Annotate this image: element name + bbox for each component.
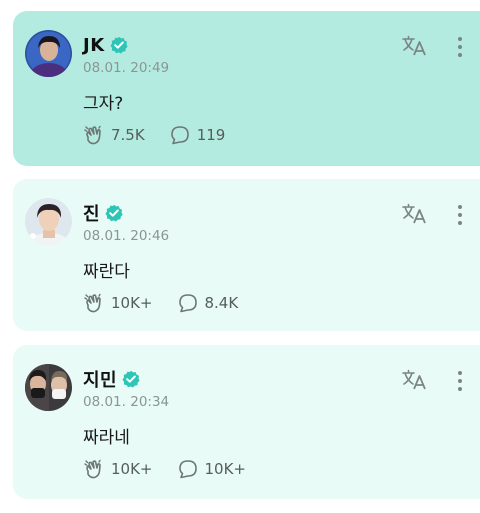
- post-actions: 10K+ 10K+: [83, 457, 270, 481]
- post-feed: JK 08.01. 20:49 그자? 7.5K 119 진 08.01. 20…: [0, 0, 480, 513]
- post-message: 그자?: [83, 94, 124, 114]
- comment-button[interactable]: 8.4K: [177, 292, 239, 314]
- comment-count: 8.4K: [204, 294, 239, 312]
- post-actions: 7.5K 119: [83, 123, 249, 147]
- post-message: 짜란다: [83, 262, 130, 282]
- comment-bubble-icon: [177, 292, 199, 314]
- verified-badge-icon: [105, 204, 123, 222]
- verified-badge-icon: [122, 370, 140, 388]
- post-timestamp: 08.01. 20:46: [83, 228, 170, 244]
- comment-button[interactable]: 10K+: [177, 458, 247, 480]
- translate-icon[interactable]: [401, 368, 429, 392]
- applause-hand-icon: [83, 124, 105, 146]
- comment-bubble-icon: [169, 124, 191, 146]
- comment-count: 10K+: [204, 460, 247, 478]
- translate-icon[interactable]: [401, 202, 429, 226]
- more-vertical-icon[interactable]: [449, 369, 471, 393]
- post-message: 짜라네: [83, 428, 130, 448]
- post-actions: 10K+ 8.4K: [83, 291, 262, 315]
- post-timestamp: 08.01. 20:49: [83, 60, 170, 76]
- translate-icon[interactable]: [401, 34, 429, 58]
- like-count: 10K+: [111, 460, 153, 478]
- like-count: 10K+: [111, 294, 153, 312]
- like-count: 7.5K: [111, 126, 145, 144]
- author-avatar[interactable]: [25, 364, 72, 411]
- author-name[interactable]: JK: [83, 35, 105, 56]
- like-button[interactable]: 10K+: [83, 292, 153, 314]
- author-name[interactable]: 지민: [83, 366, 117, 392]
- post-card[interactable]: JK 08.01. 20:49 그자? 7.5K 119: [13, 11, 480, 166]
- verified-badge-icon: [110, 36, 128, 54]
- post-timestamp: 08.01. 20:34: [83, 394, 170, 410]
- applause-hand-icon: [83, 458, 105, 480]
- author-name-row: 지민: [83, 367, 140, 391]
- comment-count: 119: [196, 126, 226, 144]
- author-name-row: 진: [83, 201, 123, 225]
- more-vertical-icon[interactable]: [449, 203, 471, 227]
- more-vertical-icon[interactable]: [449, 35, 471, 59]
- author-name[interactable]: 진: [83, 200, 100, 226]
- comment-button[interactable]: 119: [169, 124, 226, 146]
- applause-hand-icon: [83, 292, 105, 314]
- author-avatar[interactable]: [25, 30, 72, 77]
- comment-bubble-icon: [177, 458, 199, 480]
- author-name-row: JK: [83, 33, 128, 57]
- like-button[interactable]: 7.5K: [83, 124, 145, 146]
- like-button[interactable]: 10K+: [83, 458, 153, 480]
- author-avatar[interactable]: [25, 198, 72, 245]
- post-card[interactable]: 진 08.01. 20:46 짜란다 10K+ 8.4K: [13, 179, 480, 331]
- post-card[interactable]: 지민 08.01. 20:34 짜라네 10K+ 10K+: [13, 345, 480, 499]
